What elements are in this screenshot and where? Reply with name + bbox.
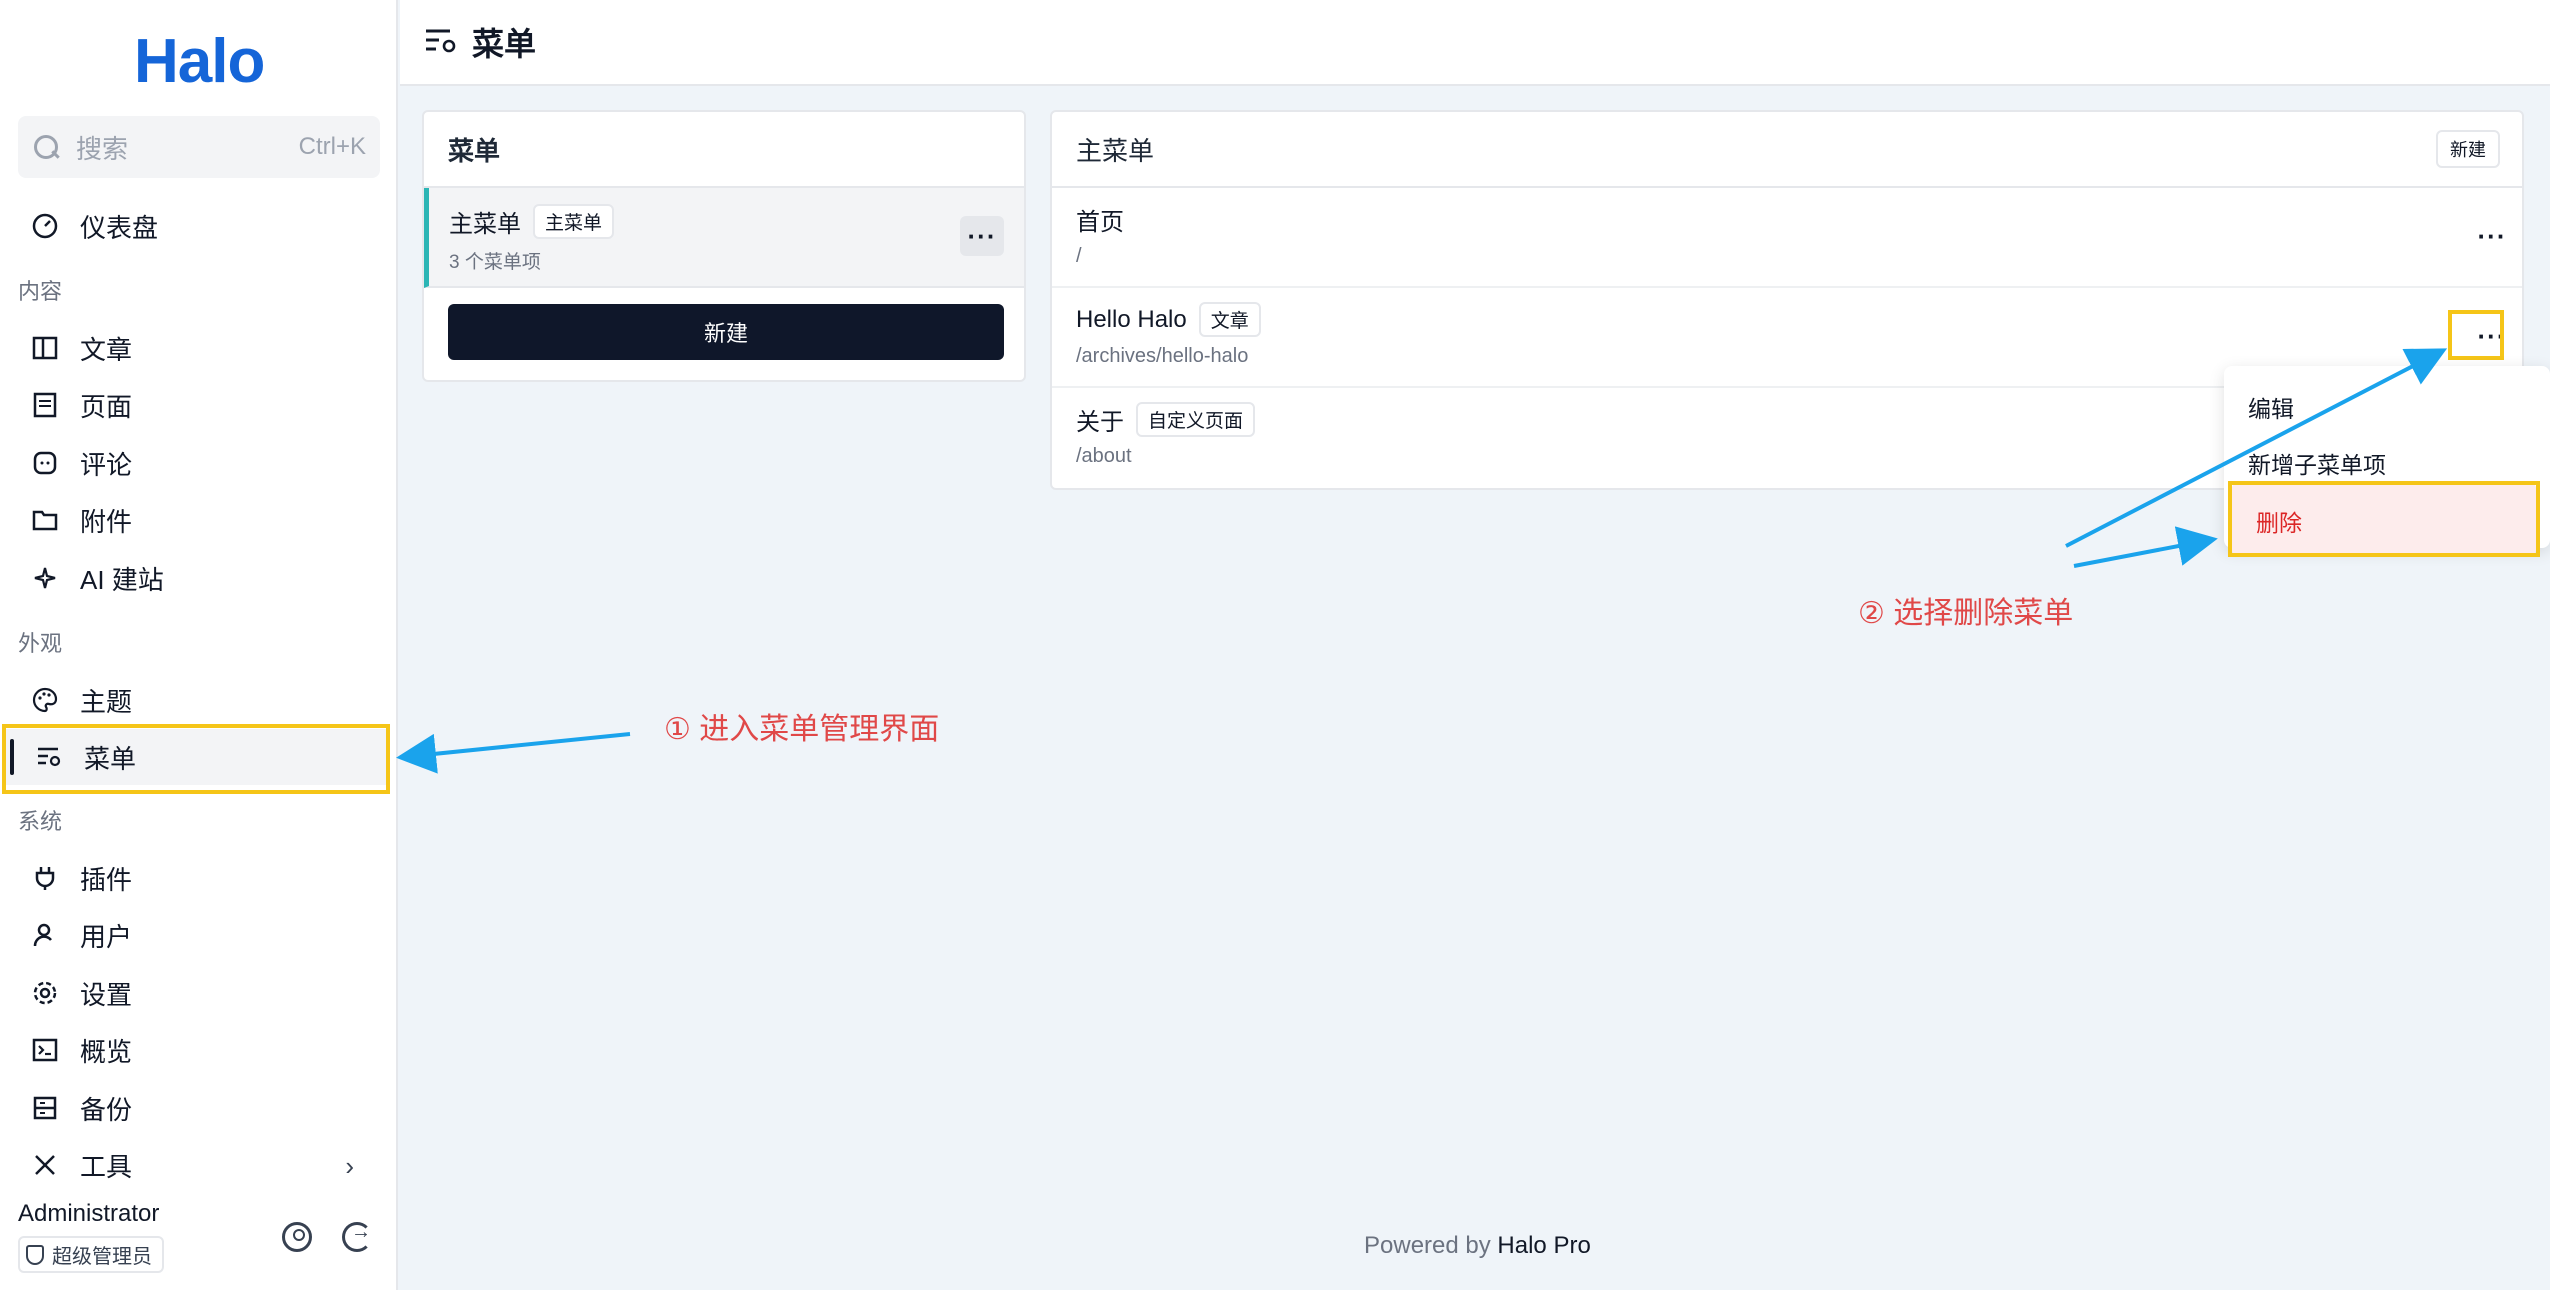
menu-list-item[interactable]: 主菜单 主菜单 3 个菜单项 ··· [424,188,1024,288]
logout-icon[interactable] [342,1221,372,1252]
menu-item-path: /archives/hello-halo [1076,345,1249,367]
menu-settings-icon [424,25,458,60]
dropdown-add-child[interactable]: 新增子菜单项 [2248,446,2386,480]
group-label-system: 系统 [18,809,63,834]
sidebar-item-plugins[interactable]: 插件 [0,850,398,906]
user-name: Administrator [18,1200,160,1227]
gear-icon [30,978,60,1008]
palette-icon [30,685,60,715]
tools-icon [30,1150,60,1180]
sidebar-item-posts[interactable]: 文章 [0,320,398,376]
sidebar-item-label: 设置 [80,979,133,1010]
sidebar-item-themes[interactable]: 主题 [0,672,398,728]
sidebar-item-label: 文章 [80,334,133,365]
sidebar-item-pages[interactable]: 页面 [0,377,398,433]
menu-item-tag: 文章 [1198,302,1261,337]
page-icon [30,390,60,420]
search-icon [32,133,60,161]
arrow-to-delete [2073,526,2218,568]
menu-item-path: / [1076,245,1082,267]
more-options-icon[interactable]: ··· [2470,216,2514,256]
comment-icon [30,448,60,478]
sidebar-item-label: AI 建站 [80,564,164,595]
current-user: Administrator 超级管理员 [18,1200,164,1273]
sparkle-icon [30,563,60,593]
sidebar-item-label: 页面 [80,391,133,422]
new-menu-item-button[interactable]: 新建 [2436,130,2500,168]
sidebar-item-attachments[interactable]: 附件 [0,492,398,548]
halo-logo[interactable]: Halo [134,26,265,97]
highlight-menu-nav [2,724,390,794]
menu-item-title: 首页 [1076,209,1124,236]
sidebar-item-ai[interactable]: AI 建站 [0,550,398,606]
sidebar-item-label: 评论 [80,449,133,480]
search-placeholder: 搜索 [76,133,129,164]
sidebar-item-label: 工具 [80,1151,133,1182]
sidebar: Halo 搜索 Ctrl+K 仪表盘 内容 文章 页面 评论 附件 AI 建站 … [0,0,398,1290]
sidebar-item-label: 用户 [80,921,133,952]
menu-items-panel-title: 主菜单 [1052,112,2522,188]
role-label: 超级管理员 [52,1246,152,1268]
more-options-icon[interactable]: ··· [960,216,1004,256]
group-label-appearance: 外观 [18,631,63,656]
dashboard-icon [30,211,60,241]
dropdown-edit[interactable]: 编辑 [2248,390,2294,424]
new-menu-button[interactable]: 新建 [448,304,1004,360]
highlight-delete [2228,481,2540,557]
sidebar-item-label: 主题 [80,686,133,717]
menu-item-count: 3 个菜单项 [449,252,541,273]
sidebar-item-comments[interactable]: 评论 [0,435,398,491]
sidebar-item-overview[interactable]: 概览 [0,1022,398,1078]
menu-item-row[interactable]: 首页 / ··· [1052,188,2522,288]
sidebar-item-backup[interactable]: 备份 [0,1080,398,1136]
role-badge: 超级管理员 [18,1236,164,1273]
backup-icon [30,1093,60,1123]
menu-name: 主菜单 [449,211,521,238]
search-input[interactable]: 搜索 Ctrl+K [18,116,380,178]
group-label-content: 内容 [18,279,63,304]
menu-item-title: Hello Halo [1076,305,1187,333]
menus-panel-title-text: 菜单 [448,135,501,166]
sidebar-item-tools[interactable]: 工具 › [0,1137,398,1193]
sidebar-item-label: 备份 [80,1094,133,1125]
sidebar-item-label: 仪表盘 [80,212,159,243]
menus-panel: 菜单 主菜单 主菜单 3 个菜单项 ··· 新建 [422,110,1026,382]
menu-items-panel-title-text: 主菜单 [1076,135,1155,166]
plug-icon [30,863,60,893]
footer-brand[interactable]: Halo Pro [1497,1232,1590,1259]
page-title: 菜单 [472,26,537,62]
folder-icon [30,505,60,535]
sidebar-item-dashboard[interactable]: 仪表盘 [0,198,398,254]
menu-item-tag: 自定义页面 [1136,402,1256,437]
sidebar-item-label: 概览 [80,1036,133,1067]
menu-item-title: 关于 [1076,409,1124,436]
sidebar-item-label: 插件 [80,864,133,895]
sidebar-item-settings[interactable]: 设置 [0,965,398,1021]
annotation-step2: ② 选择删除菜单 [1858,597,2074,630]
page-header: 菜单 [400,0,2550,86]
menus-panel-title: 菜单 [424,112,1024,188]
footer: Powered by Halo Pro [1364,1232,1591,1260]
profile-icon[interactable] [282,1222,312,1252]
user-icon [30,920,60,950]
terminal-icon [30,1035,60,1065]
footer-prefix: Powered by [1364,1232,1491,1259]
chevron-right-icon: › [345,1151,354,1181]
article-icon [30,333,60,363]
arrow-to-menu-nav [396,732,631,774]
annotation-step1: ① 进入菜单管理界面 [664,713,940,746]
menu-tag: 主菜单 [533,204,615,239]
shield-icon [26,1244,44,1265]
sidebar-item-label: 附件 [80,506,133,537]
sidebar-item-users[interactable]: 用户 [0,907,398,963]
highlight-more-button [2448,310,2504,360]
search-shortcut: Ctrl+K [298,133,366,160]
